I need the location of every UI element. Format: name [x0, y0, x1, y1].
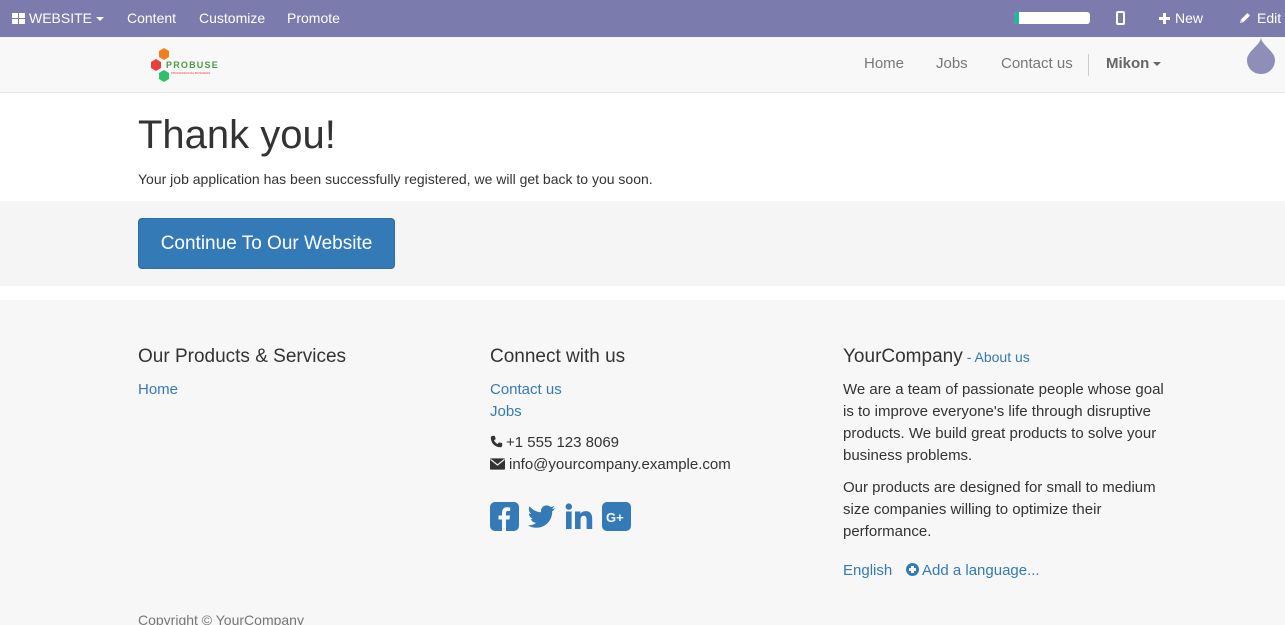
probuse-logo: PROBUSE PROFESSIONAL BUSINESS: [151, 48, 219, 82]
confirmation-message: Your job application has been successful…: [138, 171, 653, 187]
page-title: Thank you!: [138, 113, 336, 157]
footer-company-name: YourCompany: [843, 346, 963, 367]
new-button-label: New: [1175, 10, 1204, 26]
footer-about-paragraph-1: We are a team of passionate people whose…: [843, 381, 1164, 464]
website-menu[interactable]: WEBSITE: [12, 0, 105, 37]
envelope-icon: [490, 458, 505, 470]
plus-icon: [1159, 13, 1170, 24]
logo-text: PROBUSE: [166, 60, 219, 70]
copyright-text: Copyright © YourCompany: [138, 612, 304, 625]
footer-email-text[interactable]: info@yourcompany.example.com: [509, 456, 731, 473]
nav-jobs[interactable]: Jobs: [936, 55, 968, 72]
footer-link-jobs[interactable]: Jobs: [490, 403, 522, 420]
twitter-icon[interactable]: [527, 502, 556, 531]
add-language-link[interactable]: Add a language...: [906, 562, 1040, 579]
edit-button-label: Edit: [1257, 10, 1282, 26]
footer-phone-text: +1 555 123 8069: [506, 434, 620, 451]
language-english[interactable]: English: [843, 562, 892, 579]
footer-about-us-link[interactable]: About us: [975, 349, 1030, 365]
chevron-down-icon: [96, 17, 105, 22]
pencil-icon: [1240, 13, 1250, 23]
footer-link-contact-us[interactable]: Contact us: [490, 381, 562, 398]
about-us-separator: -: [966, 349, 975, 365]
edit-button[interactable]: Edit: [1238, 0, 1281, 37]
site-navbar: PROBUSE PROFESSIONAL BUSINESS Home Jobs …: [0, 37, 1285, 93]
company-logo[interactable]: PROBUSE PROFESSIONAL BUSINESS: [148, 46, 228, 86]
nav-home[interactable]: Home: [864, 55, 904, 72]
facebook-icon[interactable]: [490, 502, 519, 531]
add-language-label: Add a language...: [922, 562, 1040, 579]
footer-email: info@yourcompany.example.com: [490, 454, 731, 476]
progress-fill: [1014, 12, 1019, 24]
new-button[interactable]: New: [1159, 0, 1203, 37]
nav-divider: [1088, 54, 1089, 76]
onboarding-progress-bar[interactable]: [1014, 12, 1090, 24]
footer-products-heading: Our Products & Services: [138, 346, 347, 367]
tour-droplet-icon[interactable]: [1245, 37, 1277, 75]
phone-icon: [490, 435, 503, 448]
continue-to-website-button[interactable]: Continue To Our Website: [138, 218, 395, 269]
user-menu[interactable]: Mikon: [1106, 55, 1162, 72]
content-menu[interactable]: Content: [127, 0, 176, 37]
logo-tagline: PROFESSIONAL BUSINESS: [171, 71, 210, 75]
svg-text:G+: G+: [606, 510, 624, 525]
mobile-icon: [1116, 11, 1125, 25]
footer-phone: +1 555 123 8069: [490, 432, 619, 454]
website-menu-label: WEBSITE: [29, 10, 93, 26]
promote-menu[interactable]: Promote: [287, 0, 340, 37]
user-menu-label: Mikon: [1106, 55, 1150, 72]
google-plus-icon[interactable]: G+: [602, 502, 631, 531]
mobile-preview-button[interactable]: [1116, 0, 1125, 37]
footer-about-paragraph-2: Our products are designed for small to m…: [843, 479, 1156, 540]
plus-circle-icon: [906, 563, 919, 576]
footer-company-heading: YourCompany - About us: [843, 346, 1030, 368]
chevron-down-icon: [1153, 62, 1162, 67]
footer-connect-heading: Connect with us: [490, 346, 626, 367]
linkedin-icon[interactable]: [565, 502, 594, 531]
customize-menu[interactable]: Customize: [199, 0, 265, 37]
website-admin-bar: WEBSITE Content Customize Promote New Ed…: [0, 0, 1285, 37]
footer-link-home[interactable]: Home: [138, 381, 178, 398]
apps-grid-icon: [12, 13, 25, 24]
nav-contact-us[interactable]: Contact us: [1001, 55, 1073, 72]
